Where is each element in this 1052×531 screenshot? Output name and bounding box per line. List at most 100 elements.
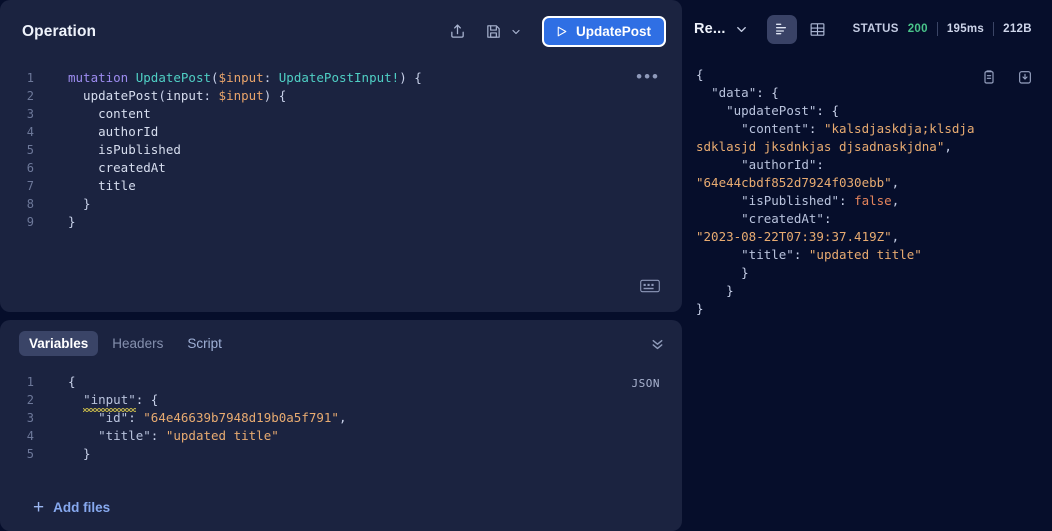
code-token: "updatePost" (726, 103, 817, 118)
keyboard-icon[interactable] (640, 279, 660, 298)
code-token: false (854, 193, 892, 208)
code-token: : (203, 88, 219, 103)
play-icon (555, 25, 568, 38)
variables-tabs: Variables Headers Script (0, 320, 682, 367)
code-token: : (808, 121, 824, 136)
code-line-text: } (46, 195, 91, 213)
response-line: "2023-08-22T07:39:37.419Z", (696, 228, 1040, 246)
line-number: 3 (26, 411, 34, 425)
code-token: createdAt (68, 160, 166, 175)
code-token: , (891, 229, 900, 244)
save-floppy-icon[interactable] (481, 19, 507, 45)
code-line-text: } (46, 213, 76, 231)
run-operation-button[interactable]: UpdatePost (541, 16, 666, 47)
code-line: 2 "input": { (0, 391, 682, 412)
chevrons-down-icon[interactable] (649, 335, 666, 352)
code-token: "id" (98, 410, 129, 425)
save-dropdown-chevron-down-icon[interactable] (508, 22, 524, 42)
code-token: "data" (711, 85, 757, 100)
tab-headers[interactable]: Headers (102, 331, 173, 356)
code-token: title (68, 178, 136, 193)
response-line: "updatePost": { (696, 102, 1040, 120)
code-token: "input" (83, 391, 136, 412)
table-view-button[interactable] (803, 15, 833, 44)
code-line-text: content (46, 105, 151, 123)
code-line-text: createdAt (46, 159, 166, 177)
graphql-client-app: Operation UpdatePost 1 mutation UpdatePo… (0, 0, 1052, 531)
code-token: $input (218, 88, 264, 103)
code-line-text: { (46, 373, 76, 391)
code-token: : { (816, 103, 839, 118)
ellipsis-icon[interactable]: ••• (636, 68, 660, 85)
code-token: } (696, 265, 749, 280)
response-line: } (696, 282, 1040, 300)
response-chevron-down-icon[interactable] (734, 22, 749, 37)
save-group (481, 19, 524, 45)
code-token: , (891, 193, 900, 208)
line-number: 6 (26, 161, 34, 175)
code-token: UpdatePostInput! (278, 70, 400, 85)
code-token: } (68, 196, 91, 211)
code-line: 7 title (0, 177, 682, 195)
code-token: : (839, 193, 855, 208)
format-badge: JSON (631, 377, 660, 390)
code-token: input (165, 88, 204, 103)
variables-code-editor[interactable]: 1 {2 "input": {3 "id": "64e46639b7948d19b… (0, 367, 682, 487)
code-line-text: authorId (46, 123, 158, 141)
code-token: : (823, 211, 832, 226)
tab-script[interactable]: Script (177, 331, 232, 356)
code-token: updatePost (68, 88, 159, 103)
code-line: 3 "id": "64e46639b7948d19b0a5f791", (0, 409, 682, 427)
code-token: isPublished (68, 142, 181, 157)
add-files-button[interactable]: + Add files (0, 487, 682, 531)
code-line-text: isPublished (46, 141, 181, 159)
code-token: content (68, 106, 151, 121)
response-line: "createdAt": (696, 210, 1040, 228)
operation-code-editor[interactable]: 1 mutation UpdatePost($input: UpdatePostI… (0, 63, 682, 312)
code-token: : (128, 410, 144, 425)
code-line: 6 createdAt (0, 159, 682, 177)
operation-actions: UpdatePost (445, 16, 666, 47)
code-token: ( (158, 88, 166, 103)
plus-icon: + (33, 496, 45, 518)
code-line: 2 updatePost(input: $input) { (0, 87, 682, 105)
size-divider (993, 22, 995, 36)
code-token: "kalsdjaskdja;klsdja (823, 121, 975, 136)
code-token: : (263, 70, 279, 85)
response-json-lines: { "data": { "updatePost": { "content": "… (696, 66, 1040, 318)
code-line: 1 mutation UpdatePost($input: UpdatePostI… (0, 69, 682, 87)
code-token: "64e46639b7948d19b0a5f791" (143, 410, 339, 425)
add-files-label: Add files (53, 499, 111, 515)
response-line: sdklasjd jksdnkjas djsadnaskjdna", (696, 138, 1040, 156)
tab-variables[interactable]: Variables (19, 331, 99, 356)
response-body[interactable]: { "data": { "updatePost": { "content": "… (682, 58, 1052, 531)
code-token: : (816, 157, 824, 172)
code-token: "updated title" (165, 428, 279, 443)
tree-view-button[interactable] (766, 14, 797, 44)
download-icon[interactable] (1014, 66, 1036, 88)
clipboard-copy-icon[interactable] (978, 66, 1000, 88)
line-number: 5 (26, 447, 34, 461)
response-line: "authorId": (696, 156, 1040, 174)
code-token: authorId (68, 124, 159, 139)
share-upload-icon[interactable] (445, 19, 471, 45)
code-token: "authorId" (741, 157, 817, 172)
code-line-text: updatePost(input: $input) { (46, 87, 286, 105)
operation-code-lines[interactable]: 1 mutation UpdatePost($input: UpdatePostI… (0, 63, 682, 231)
response-line: } (696, 300, 1040, 318)
code-token: "title" (741, 247, 794, 262)
code-token: sdklasjd jksdnkjas djsadnaskjdna" (696, 139, 945, 154)
response-time: 195ms (946, 23, 985, 35)
variables-code-lines[interactable]: 1 {2 "input": {3 "id": "64e46639b7948d19b… (0, 367, 682, 463)
line-number: 1 (26, 375, 34, 389)
code-line-text: "id": "64e46639b7948d19b0a5f791", (46, 409, 346, 427)
line-number: 9 (26, 215, 34, 229)
code-token: "2023-08-22T07:39:37.419Z" (696, 229, 892, 244)
code-token: } (696, 283, 734, 298)
